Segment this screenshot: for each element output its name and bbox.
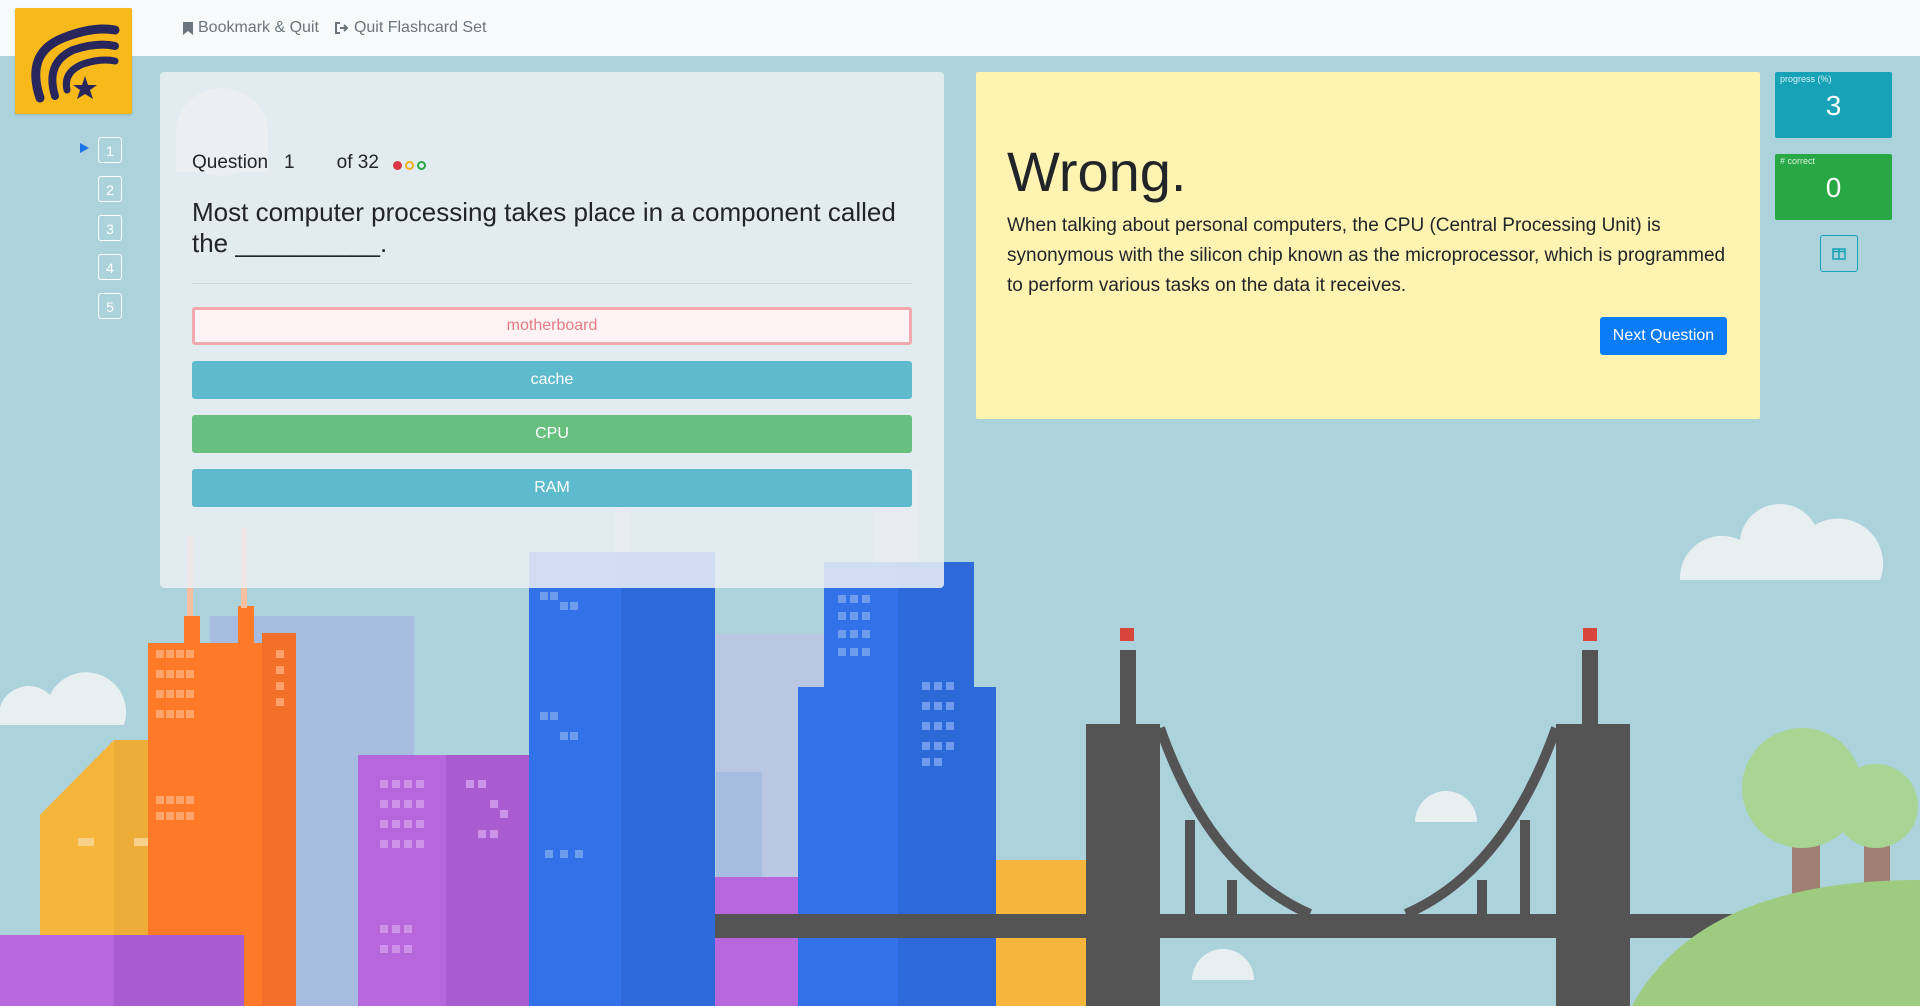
quit-flashcard-label: Quit Flashcard Set bbox=[353, 19, 487, 36]
columns-icon bbox=[1832, 247, 1846, 260]
correct-value: 0 bbox=[1825, 172, 1842, 203]
question-nav-item-3[interactable]: 3 bbox=[98, 215, 122, 241]
correct-circle-icon bbox=[416, 160, 426, 170]
answer-option-cache[interactable]: cache bbox=[192, 361, 912, 399]
answer-list: motherboard cache CPU RAM bbox=[192, 307, 912, 523]
wrong-check-icon bbox=[392, 160, 402, 170]
pending-circle-icon bbox=[404, 160, 414, 170]
question-nav-item-4[interactable]: 4 bbox=[98, 254, 122, 280]
correct-label: # correct bbox=[1780, 156, 1816, 166]
next-question-button[interactable]: Next Question bbox=[1600, 317, 1727, 355]
top-nav-links: Bookmark & Quit Quit Flashcard Set bbox=[183, 19, 486, 37]
correct-stat: # correct 0 bbox=[1775, 154, 1892, 220]
question-nav-item-5[interactable]: 5 bbox=[98, 293, 122, 319]
current-question-pointer-icon bbox=[80, 143, 89, 153]
question-nav-item-2[interactable]: 2 bbox=[98, 176, 122, 202]
question-status-dots bbox=[392, 160, 426, 170]
answer-option-motherboard[interactable]: motherboard bbox=[192, 307, 912, 345]
sign-out-icon bbox=[334, 22, 349, 34]
progress-stat: progress (%) 3 bbox=[1775, 72, 1892, 138]
feedback-heading: Wrong. bbox=[1007, 140, 1187, 203]
question-number: 1 bbox=[284, 152, 295, 173]
top-navbar: Bookmark & Quit Quit Flashcard Set bbox=[0, 0, 1920, 56]
progress-value: 3 bbox=[1825, 90, 1842, 121]
layout-toggle-button[interactable] bbox=[1820, 235, 1858, 272]
quit-flashcard-link[interactable]: Quit Flashcard Set bbox=[334, 19, 487, 37]
question-divider bbox=[192, 283, 912, 284]
app-logo[interactable] bbox=[15, 8, 132, 114]
wing-star-logo-icon bbox=[31, 24, 120, 103]
question-nav-item-1[interactable]: 1 bbox=[98, 137, 122, 163]
progress-label: progress (%) bbox=[1780, 74, 1832, 84]
bookmark-icon bbox=[183, 21, 193, 35]
answer-option-cpu[interactable]: CPU bbox=[192, 415, 912, 453]
bookmark-quit-link[interactable]: Bookmark & Quit bbox=[183, 19, 319, 37]
question-total: of 32 bbox=[336, 152, 379, 173]
bookmark-quit-label: Bookmark & Quit bbox=[198, 19, 319, 36]
feedback-panel: Wrong. When talking about personal compu… bbox=[976, 72, 1760, 419]
question-header: Question 1 of 32 bbox=[192, 152, 426, 174]
question-prefix: Question bbox=[192, 152, 269, 173]
feedback-explanation: When talking about personal computers, t… bbox=[1007, 215, 1726, 296]
question-text: Most computer processing takes place in … bbox=[192, 197, 896, 258]
answer-option-ram[interactable]: RAM bbox=[192, 469, 912, 507]
question-card: Question 1 of 32 Most computer processin… bbox=[160, 72, 944, 588]
